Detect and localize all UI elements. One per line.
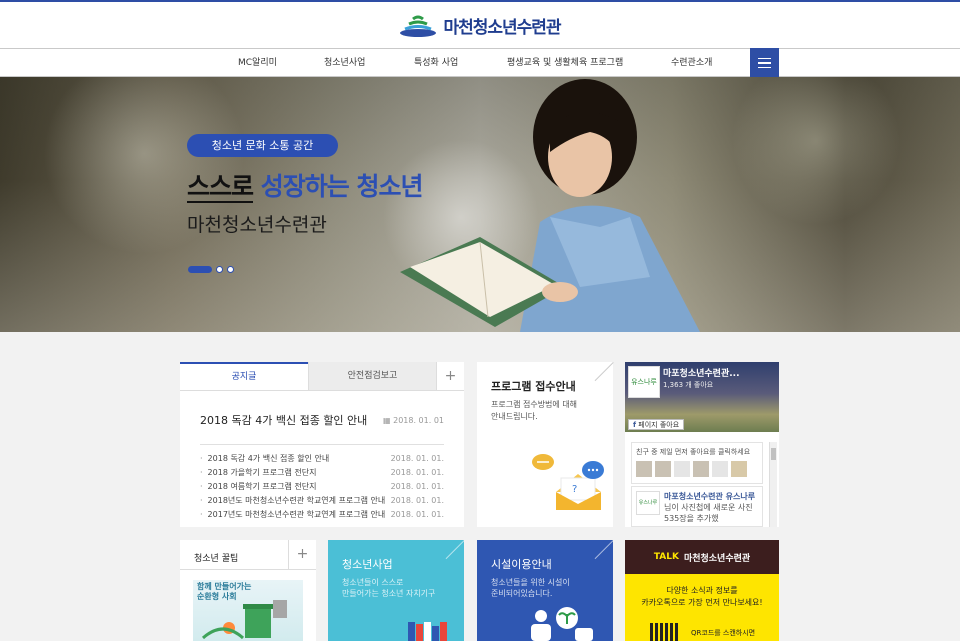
nav-item-youth-program[interactable]: 청소년사업 <box>324 49 365 78</box>
envelope-chat-icon: ? <box>532 454 604 510</box>
qr-code-icon[interactable] <box>650 623 680 641</box>
avatar[interactable] <box>731 461 747 477</box>
kakaotalk-channel-card[interactable]: TALK 마천청소년수련관 다양한 소식과 정보를 카카오톡으로 가장 먼저 만… <box>625 540 779 641</box>
youth-tips-thumbnail[interactable]: 함께 만들어가는 순환형 사회 <box>193 580 303 641</box>
nav-item-mc-alimi[interactable]: MC알리미 <box>238 49 277 78</box>
facebook-icon: f <box>633 421 637 429</box>
program-registration-title: 프로그램 접수안내 <box>491 380 576 393</box>
tab-notice[interactable]: 공지글 <box>180 362 308 390</box>
corner-fold-icon <box>446 540 464 558</box>
hamburger-icon[interactable] <box>750 48 779 78</box>
facebook-post-author[interactable]: 마포청소년수련관 유스나루 <box>664 492 755 501</box>
program-registration-desc: 프로그램 접수방법에 대해 안내드립니다. <box>491 400 578 421</box>
avatar[interactable] <box>655 461 671 477</box>
facebook-friends-text: 친구 중 제일 먼저 좋아요를 클릭하세요 <box>636 448 751 456</box>
scrollbar[interactable] <box>769 442 777 527</box>
divider <box>180 569 316 570</box>
facility-guide-title: 시설이용안내 <box>491 558 552 571</box>
hero-subtitle: 마천청소년수련관 <box>187 214 327 236</box>
hero-title-highlight: 스스로 <box>187 172 254 203</box>
notice-tabs: 공지글 안전점검보고 + <box>180 362 464 391</box>
avatar[interactable] <box>712 461 728 477</box>
hero-photo-person-reading <box>400 79 700 332</box>
kakaotalk-icon: TALK <box>653 552 679 562</box>
kakaotalk-channel-name: 마천청소년수련관 <box>683 553 751 564</box>
notice-list: 2018 독감 4가 백신 접종 할인 안내2018. 01. 01. 2018… <box>180 445 464 522</box>
hero-banner: 청소년 문화 소통 공간 스스로 성장하는 청소년 마천청소년수련관 <box>0 77 960 332</box>
list-item[interactable]: 2018 가을학기 프로그램 전단지2018. 01. 01. <box>200 466 444 480</box>
notice-featured-title[interactable]: 2018 독감 4가 백신 접종 할인 안내 <box>200 412 367 428</box>
notice-featured-date: ▦ 2018. 01. 01 <box>383 415 444 425</box>
youth-program-card[interactable]: 청소년사업 청소년들이 스스로 만들어가는 청소년 자치기구 <box>328 540 464 641</box>
list-item[interactable]: 2018 독감 4가 백신 접종 할인 안내2018. 01. 01. <box>200 452 444 466</box>
youth-tips-more-button[interactable]: + <box>288 540 316 569</box>
hero-badge: 청소년 문화 소통 공간 <box>187 134 338 157</box>
kakaotalk-desc: 다양한 소식과 정보를 카카오톡으로 가장 먼저 만나보세요! <box>641 586 763 607</box>
facebook-post[interactable]: 유스나루 마포청소년수련관 유스나루님이 사진첩에 새로운 사진 535장을 추… <box>631 486 763 527</box>
hero-title-rest: 성장하는 청소년 <box>260 172 424 201</box>
youth-program-title: 청소년사업 <box>342 558 393 571</box>
nav-item-special-program[interactable]: 특성화 사업 <box>414 49 458 78</box>
avatar[interactable] <box>693 461 709 477</box>
youth-tips-card: 청소년 꿀팁 + 함께 만들어가는 순환형 사회 <box>180 540 316 641</box>
facebook-cover-photo[interactable]: 유스나루 마포청소년수련관... 1,363 개 좋아요 f 페이지 좋아요 <box>625 362 779 432</box>
facility-guide-desc: 청소년들을 위한 시설이 준비되어있습니다. <box>491 578 570 598</box>
nav-item-lifelong-education[interactable]: 평생교육 및 생활체육 프로그램 <box>507 49 623 78</box>
facebook-like-count: 1,363 개 좋아요 <box>663 381 714 389</box>
hero-slide-indicators <box>188 266 234 273</box>
site-logo[interactable]: 마천청소년수련관 <box>399 12 562 38</box>
main-nav: MC알리미 청소년사업 특성화 사업 평생교육 및 생활체육 프로그램 수련관소… <box>0 48 960 78</box>
notice-more-button[interactable]: + <box>436 362 464 390</box>
nav-item-about[interactable]: 수련관소개 <box>671 49 712 78</box>
facebook-page-name[interactable]: 마포청소년수련관... <box>663 366 740 379</box>
kakaotalk-header: TALK 마천청소년수련관 <box>625 540 779 574</box>
corner-fold-icon <box>595 362 613 380</box>
books-icon <box>408 622 447 641</box>
facility-guide-card[interactable]: 시설이용안내 청소년들을 위한 시설이 준비되어있습니다. <box>477 540 613 641</box>
facebook-post-text: 마포청소년수련관 유스나루님이 사진첩에 새로운 사진 535장을 추가했 <box>664 492 756 523</box>
avatar[interactable] <box>674 461 690 477</box>
avatar[interactable] <box>636 461 652 477</box>
corner-fold-icon <box>595 540 613 558</box>
facebook-friend-avatars <box>636 461 758 477</box>
facility-people-plant-icon <box>531 607 593 641</box>
list-item[interactable]: 2018 여름학기 프로그램 전단지2018. 01. 01. <box>200 480 444 494</box>
youth-program-desc: 청소년들이 스스로 만들어가는 청소년 자치기구 <box>342 578 436 598</box>
notice-board: 공지글 안전점검보고 + 2018 독감 4가 백신 접종 할인 안내 ▦ 20… <box>180 362 464 527</box>
facebook-friends-box: 친구 중 제일 먼저 좋아요를 클릭하세요 <box>631 442 763 484</box>
facebook-like-button[interactable]: f 페이지 좋아요 <box>628 419 685 430</box>
kakaotalk-qr-text: QR코드를 스캔하시면 <box>691 629 756 637</box>
recycling-illustration <box>201 600 287 640</box>
hero-title: 스스로 성장하는 청소년 <box>187 167 424 203</box>
slide-dot[interactable] <box>227 266 234 273</box>
facebook-page-logo[interactable]: 유스나루 <box>628 366 660 398</box>
program-registration-card[interactable]: 프로그램 접수안내 프로그램 접수방법에 대해 안내드립니다. ? <box>477 362 613 527</box>
calendar-icon: ▦ <box>383 415 391 425</box>
youth-tips-title: 청소년 꿀팁 <box>194 554 239 564</box>
svg-text:?: ? <box>572 484 577 495</box>
slide-dot[interactable] <box>216 266 223 273</box>
tab-safety-report[interactable]: 안전점검보고 <box>308 362 436 390</box>
logo-icon <box>400 15 437 37</box>
list-item[interactable]: 2018년도 마천청소년수련관 학교연계 프로그램 안내2018. 01. 01… <box>200 494 444 508</box>
slide-dot-active[interactable] <box>188 266 212 273</box>
notice-featured[interactable]: 2018 독감 4가 백신 접종 할인 안내 ▦ 2018. 01. 01 <box>180 391 464 433</box>
site-header: 마천청소년수련관 <box>0 2 960 48</box>
facebook-widget[interactable]: 유스나루 마포청소년수련관... 1,363 개 좋아요 f 페이지 좋아요 친… <box>625 362 779 527</box>
facebook-post-logo[interactable]: 유스나루 <box>636 491 660 515</box>
site-logo-text: 마천청소년수련관 <box>443 17 561 38</box>
list-item[interactable]: 2017년도 마천청소년수련관 학교연계 프로그램 안내2018. 01. 01… <box>200 508 444 522</box>
